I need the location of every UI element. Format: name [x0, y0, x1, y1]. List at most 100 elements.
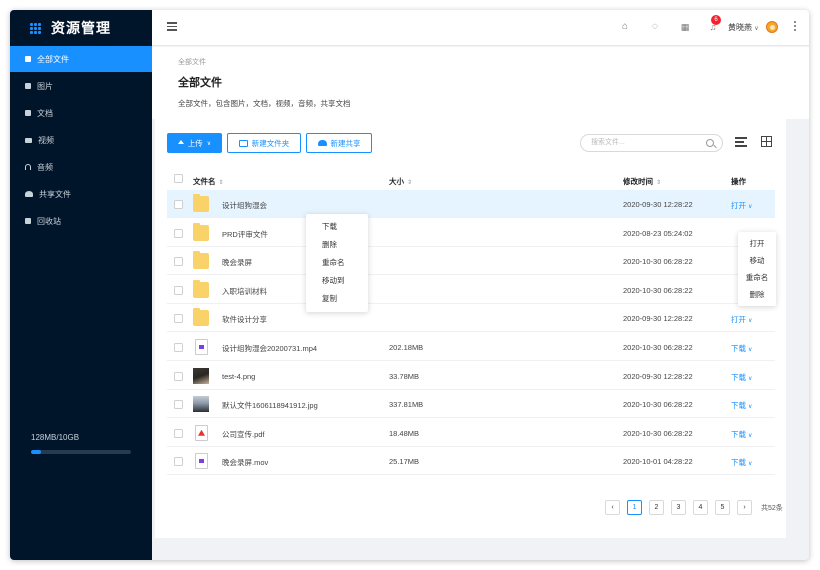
search-icon[interactable]: [706, 139, 714, 147]
sidebar-item-all-files[interactable]: 全部文件: [10, 46, 152, 72]
sidebar-item-videos[interactable]: 视频: [10, 127, 152, 153]
sidebar-item-documents[interactable]: 文档: [10, 100, 152, 126]
table-row[interactable]: 晚会录屏.mov 25.17MB 2020-10-01 04:28:22 下载 ∨: [167, 447, 775, 476]
row-checkbox[interactable]: [174, 314, 183, 324]
prev-page-button[interactable]: ‹: [605, 500, 620, 515]
row-action-button[interactable]: 打开 ∨: [731, 200, 752, 211]
file-name[interactable]: 默认文件1606118941912.jpg: [222, 400, 318, 411]
page-header: 全部文件 全部文件 全部文件，包含图片，文档，视频，音频，共享文档: [152, 47, 809, 119]
page-button-3[interactable]: 3: [671, 500, 686, 515]
people-icon: [25, 191, 33, 197]
file-name[interactable]: 入职培训材料: [222, 286, 267, 297]
context-menu-rename[interactable]: 重命名: [306, 254, 368, 272]
page-button-2[interactable]: 2: [649, 500, 664, 515]
list-view-icon[interactable]: [735, 137, 747, 149]
apps-icon[interactable]: ▦: [680, 22, 690, 32]
column-header-name[interactable]: 文件名 ⇕: [193, 176, 224, 187]
row-action-button[interactable]: 下载 ∨: [731, 429, 752, 440]
new-share-button[interactable]: 新建共享: [306, 133, 372, 153]
table-row[interactable]: 晚会录屏 2020-10-30 06:28:22: [167, 247, 775, 276]
row-checkbox[interactable]: [174, 457, 183, 467]
sidebar-item-audio[interactable]: 音频: [10, 154, 152, 180]
page-button-1[interactable]: 1: [627, 500, 642, 515]
file-name[interactable]: 设计组狗湿会: [222, 200, 267, 211]
sidebar-item-label: 共享文件: [39, 189, 71, 199]
action-delete[interactable]: 删除: [738, 286, 776, 303]
search-input[interactable]: 搜索文件...: [580, 134, 723, 152]
row-action-button[interactable]: 下载 ∨: [731, 400, 752, 411]
user-name[interactable]: 黄晓燕 ∨: [728, 22, 759, 33]
grid-view-icon[interactable]: [761, 136, 772, 147]
action-rename[interactable]: 重命名: [738, 269, 776, 286]
new-folder-button[interactable]: 新建文件夹: [227, 133, 301, 153]
headphones-icon: [25, 164, 31, 170]
file-size: 18.48MB: [389, 428, 420, 438]
more-vertical-icon[interactable]: [794, 21, 796, 33]
file-name[interactable]: 软件设计分享: [222, 314, 267, 325]
image-icon: [25, 83, 31, 89]
select-all-checkbox[interactable]: [174, 174, 183, 183]
next-page-button[interactable]: ›: [737, 500, 752, 515]
file-modified-date: 2020-09-30 12:28:22: [623, 314, 693, 324]
table-row[interactable]: PRD评审文件 2020-08-23 05:24:02: [167, 219, 775, 247]
help-icon[interactable]: ◌: [650, 22, 660, 32]
file-name[interactable]: test-4.png: [222, 372, 255, 381]
table-row[interactable]: 设计组狗湿会 2020-09-30 12:28:22 打开 ∨: [167, 190, 775, 218]
row-checkbox[interactable]: [174, 371, 183, 381]
context-menu-move-to[interactable]: 移动到: [306, 272, 368, 290]
row-checkbox[interactable]: [174, 343, 183, 352]
table-row[interactable]: 设计组狗湿会20200731.mp4 202.18MB 2020-10-30 06:…: [167, 333, 775, 361]
row-action-label: 打开: [731, 201, 746, 210]
sidebar-item-label: 文档: [37, 108, 53, 118]
avatar[interactable]: [766, 21, 778, 33]
breadcrumb[interactable]: 全部文件: [178, 57, 206, 67]
top-header: ⌂ ◌ ▦ ♫ 6 黄晓燕 ∨: [152, 10, 809, 46]
context-menu-delete[interactable]: 删除: [306, 236, 368, 254]
folder-icon: [193, 308, 209, 327]
row-checkbox[interactable]: [174, 200, 183, 209]
file-name[interactable]: 晚会录屏.mov: [222, 457, 268, 468]
row-action-button[interactable]: 打开 ∨: [731, 314, 752, 325]
table-row[interactable]: test-4.png 33.78MB 2020-09-30 12:28:22 下载 ∨: [167, 362, 775, 390]
video-file-icon: [195, 453, 208, 470]
row-checkbox[interactable]: [174, 428, 183, 438]
table-row[interactable]: 软件设计分享 2020-09-30 12:28:22 打开 ∨: [167, 304, 775, 333]
menu-toggle-icon[interactable]: [167, 22, 177, 31]
video-file-icon: [195, 339, 208, 355]
sidebar-item-trash[interactable]: 回收站: [10, 208, 152, 234]
row-action-button[interactable]: 下载 ∨: [731, 372, 752, 383]
file-name[interactable]: 公司宣传.pdf: [222, 429, 265, 440]
sidebar-item-images[interactable]: 图片: [10, 73, 152, 99]
chevron-down-icon: ∨: [748, 404, 753, 411]
action-move[interactable]: 移动: [738, 252, 776, 269]
toolbar: 上传 ∨ 新建文件夹 新建共享 搜索文件...: [167, 133, 775, 155]
row-checkbox[interactable]: [174, 257, 183, 267]
apps-grid-icon: [30, 22, 41, 34]
row-checkbox[interactable]: [174, 285, 183, 295]
chevron-down-icon: ∨: [754, 26, 759, 32]
file-name[interactable]: PRD评审文件: [222, 229, 268, 240]
file-name[interactable]: 晚会录屏: [222, 257, 252, 268]
table-row[interactable]: 默认文件1606118941912.jpg 337.81MB 2020-10-30 …: [167, 390, 775, 419]
row-checkbox[interactable]: [174, 228, 183, 238]
chevron-down-icon: ∨: [748, 347, 753, 353]
home-icon[interactable]: ⌂: [620, 22, 630, 32]
file-name[interactable]: 设计组狗湿会20200731.mp4: [222, 343, 317, 354]
row-action-button[interactable]: 下载 ∨: [731, 457, 752, 468]
file-size: 33.78MB: [389, 371, 420, 381]
table-row[interactable]: 入职培训材料 2020-10-30 06:28:22: [167, 276, 775, 304]
action-open[interactable]: 打开: [738, 235, 776, 252]
sidebar-item-shared[interactable]: 共享文件: [10, 181, 152, 207]
row-action-label: 下载: [731, 344, 746, 353]
column-header-size[interactable]: 大小 ⇕: [389, 176, 412, 187]
page-button-4[interactable]: 4: [693, 500, 708, 515]
table-row[interactable]: 公司宣传.pdf 18.48MB 2020-10-30 06:28:22 下载 ∨: [167, 419, 775, 447]
column-header-modified[interactable]: 修改时间 ⇕: [623, 176, 661, 187]
page-button-5[interactable]: 5: [715, 500, 730, 515]
row-checkbox[interactable]: [174, 400, 183, 410]
file-size: 202.18MB: [389, 343, 424, 352]
context-menu-copy[interactable]: 复制: [306, 290, 368, 308]
upload-button[interactable]: 上传 ∨: [167, 133, 222, 153]
row-action-button[interactable]: 下载 ∨: [731, 343, 752, 354]
context-menu-download[interactable]: 下载: [306, 218, 368, 236]
